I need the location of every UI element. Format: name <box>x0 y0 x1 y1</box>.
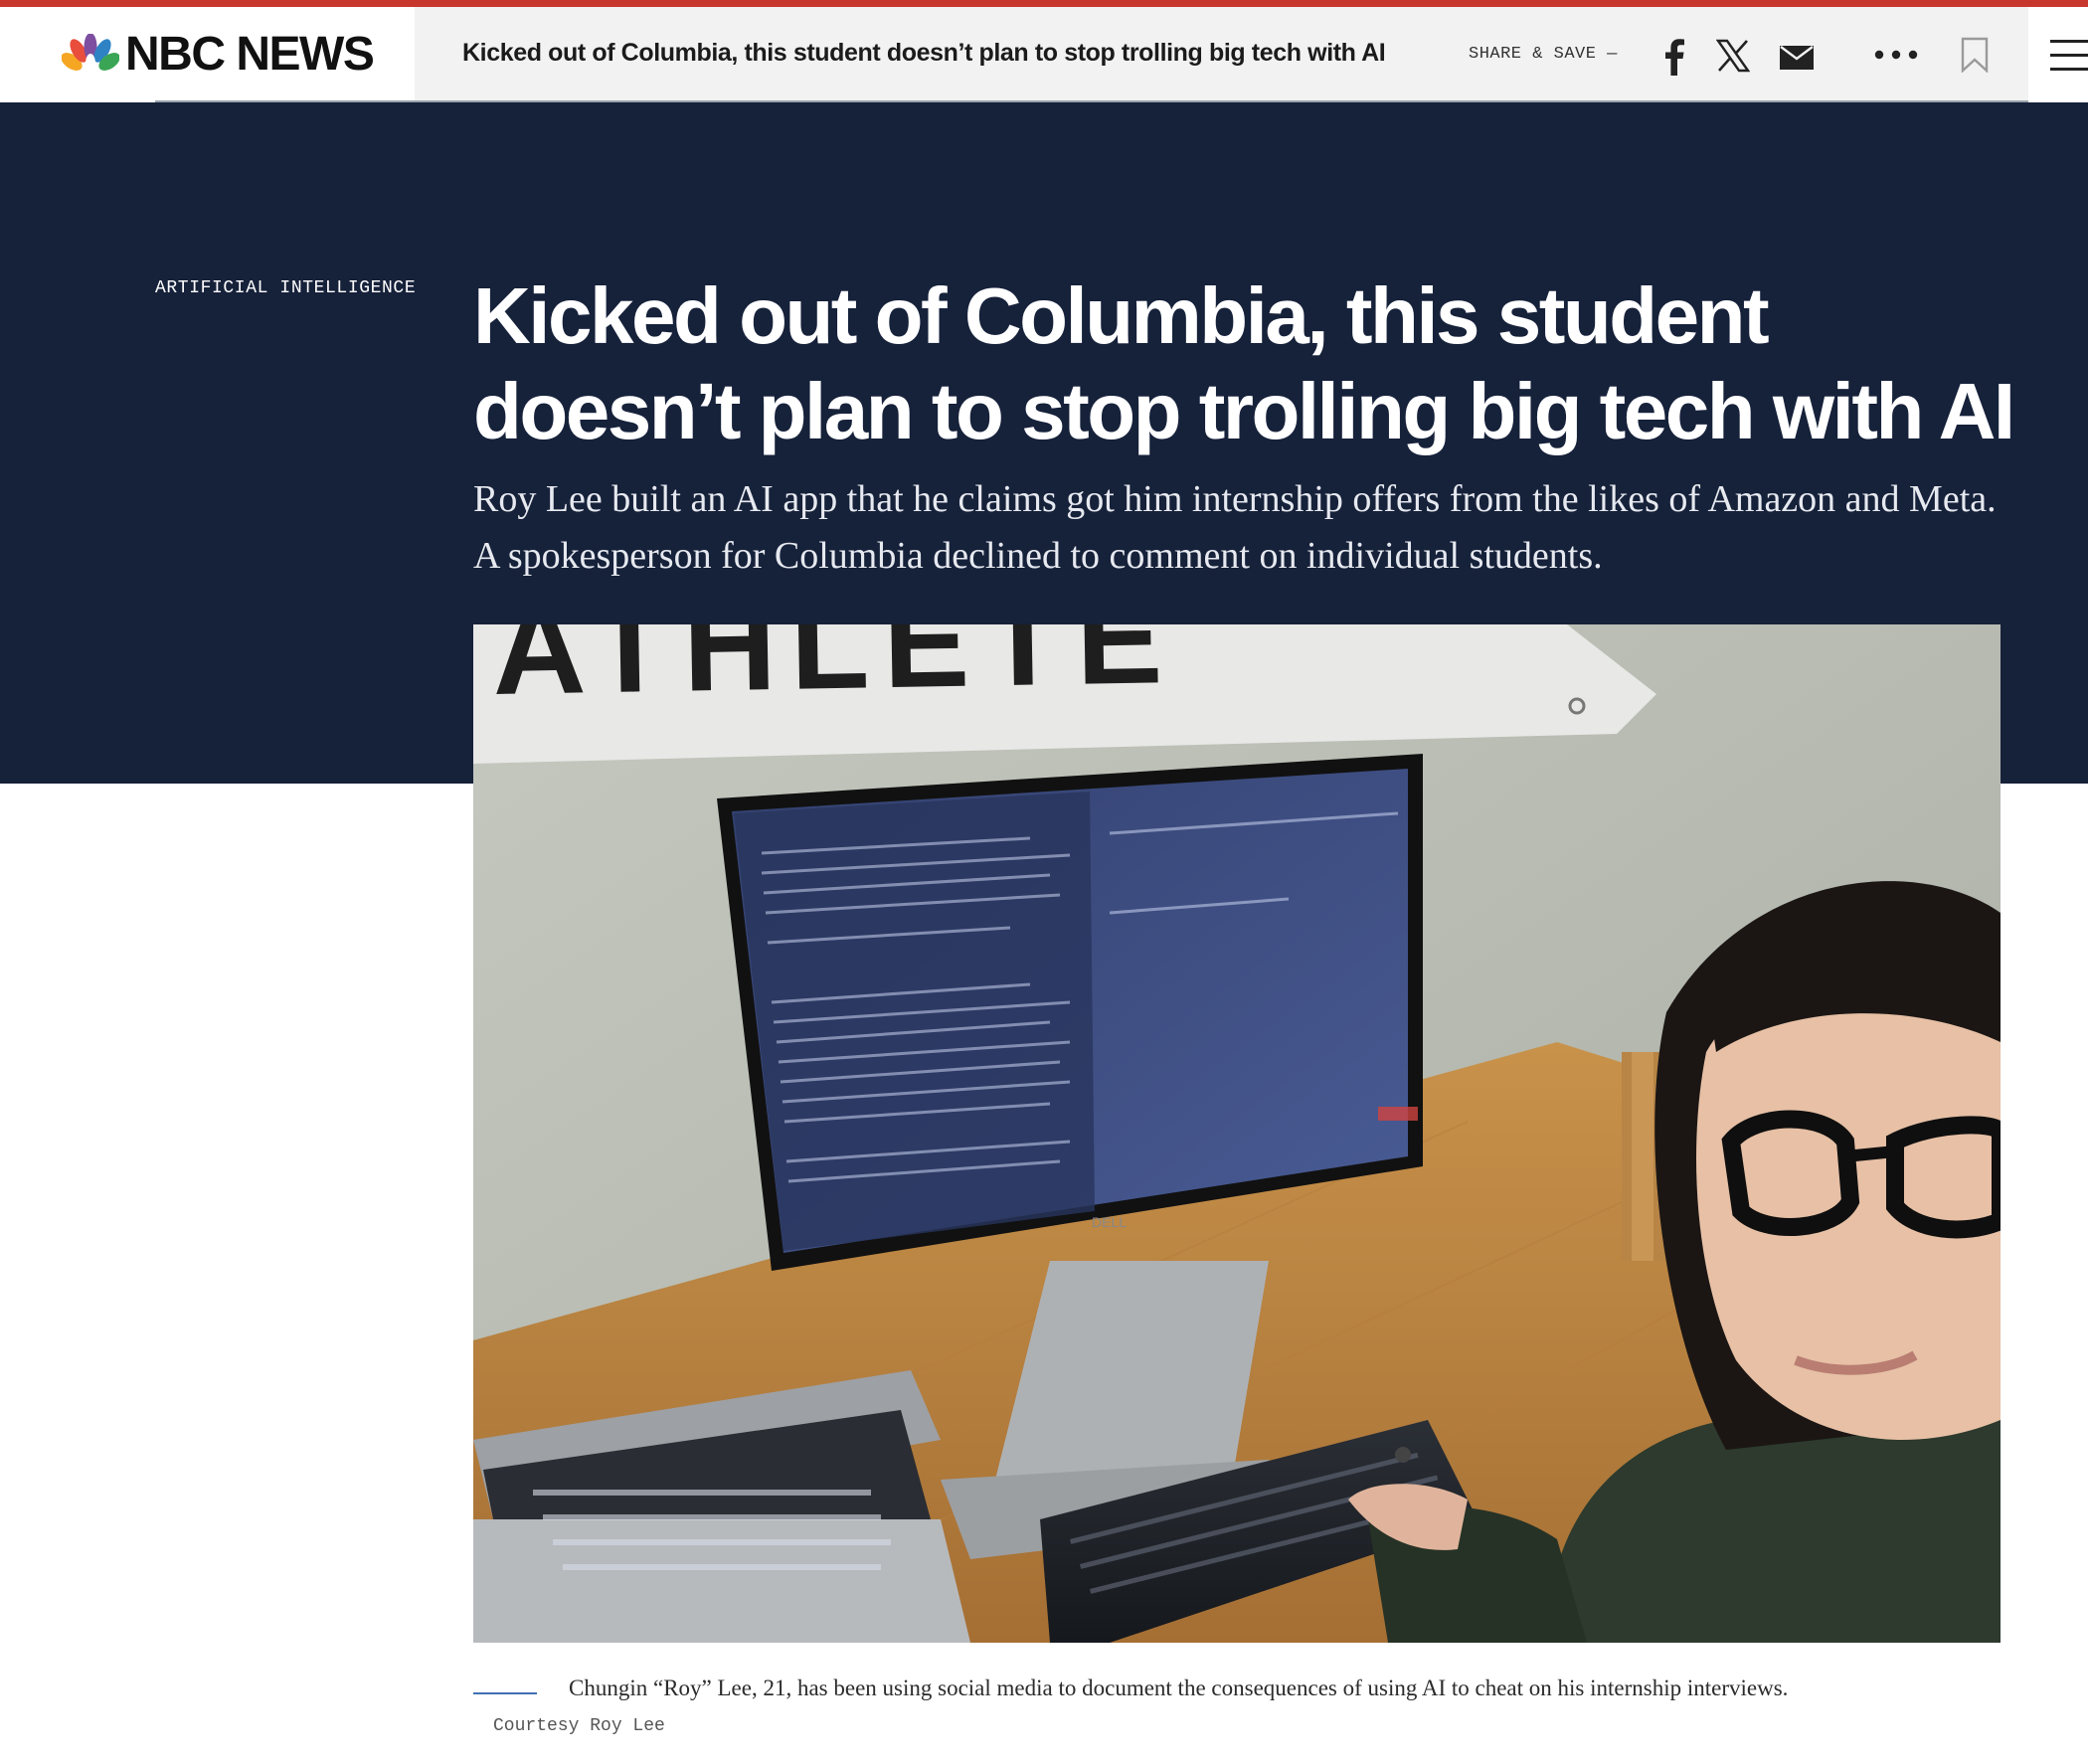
menu-button[interactable] <box>2028 7 2088 100</box>
sticky-share-bar: Kicked out of Columbia, this student doe… <box>415 7 2028 100</box>
more-icon[interactable] <box>1871 43 1921 67</box>
photo-caption: Chungin “Roy” Lee, 21, has been using so… <box>569 1676 1789 1700</box>
menu-icon <box>2050 37 2088 75</box>
sticky-article-title: Kicked out of Columbia, this student doe… <box>462 39 1386 67</box>
section-label-link[interactable]: ARTIFICIAL INTELLIGENCE <box>155 278 416 298</box>
article-dek: Roy Lee built an AI app that he claims g… <box>473 478 1997 577</box>
lead-photo: ATHLETE DELL <box>473 624 2001 1643</box>
brand-wordmark: NBC NEWS <box>125 28 375 81</box>
site-header: NBC NEWS Kicked out of Columbia, this st… <box>0 7 2088 100</box>
lead-photo-illustration: ATHLETE DELL <box>473 624 2001 1643</box>
article-headline: Kicked out of Columbia, this student doe… <box>473 271 2015 455</box>
caption-rule <box>473 1692 537 1694</box>
monitor-brand: DELL <box>1092 1214 1127 1230</box>
photo-credit: Courtesy Roy Lee <box>493 1716 665 1736</box>
nbc-peacock-logo <box>62 34 119 74</box>
nbc-news-logo-link[interactable]: NBC NEWS <box>0 7 415 100</box>
bookmark-icon[interactable] <box>1958 35 1992 75</box>
share-and-save-label: SHARE & SAVE — <box>1469 45 1618 64</box>
mail-icon[interactable] <box>1779 45 1815 71</box>
x-icon[interactable] <box>1715 37 1751 75</box>
banner-text: ATHLETE <box>491 624 1177 722</box>
top-accent-stripe <box>0 0 2088 7</box>
facebook-icon[interactable] <box>1657 37 1691 77</box>
